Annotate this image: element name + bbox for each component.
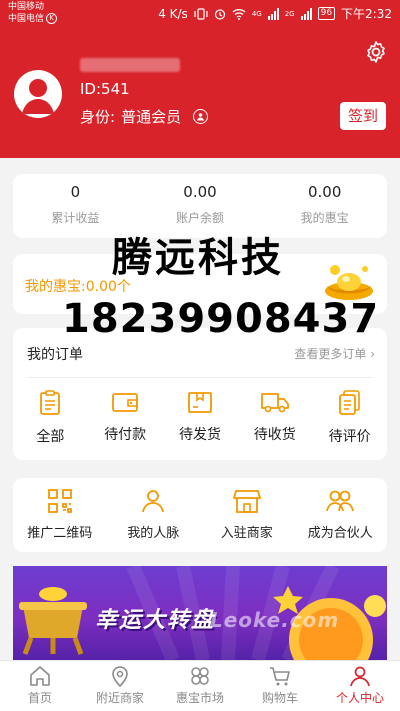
order-pending-payment[interactable]: 待付款 xyxy=(88,390,163,446)
carrier-badge: K xyxy=(46,13,58,24)
tab-profile[interactable]: 个人中心 xyxy=(320,661,400,711)
identity-row: 身份: 普通会员 xyxy=(80,106,209,127)
review-icon xyxy=(338,390,360,415)
username-blurred xyxy=(80,58,180,72)
settings-gear-icon[interactable] xyxy=(364,40,388,64)
alarm-icon xyxy=(214,8,225,20)
signal-icon-2 xyxy=(300,7,312,20)
tab-market[interactable]: 惠宝市场 xyxy=(160,661,240,711)
tab-label: 惠宝市场 xyxy=(175,691,224,705)
user-id: ID:541 xyxy=(80,80,130,98)
carrier-1: 中国移动 xyxy=(8,2,45,12)
user-icon xyxy=(350,666,370,687)
service-become-partner[interactable]: 成为合伙人 xyxy=(294,478,388,552)
stat-value: 0.00 xyxy=(307,183,342,201)
status-bar: 中国移动 中国电信 K 4 K/s 4G 2G 96 下午2:32 xyxy=(0,0,400,28)
order-pending-review[interactable]: 待评价 xyxy=(312,390,387,446)
net-speed: 4 K/s xyxy=(158,6,188,21)
carrier-2: 中国电信 xyxy=(8,14,45,24)
truck-icon xyxy=(260,393,289,413)
tab-cart[interactable]: 购物车 xyxy=(240,661,320,711)
stat-label: 账户余额 xyxy=(176,211,225,225)
order-label: 待付款 xyxy=(104,427,147,443)
carrier-info: 中国移动 中国电信 K xyxy=(8,2,58,25)
tab-label: 个人中心 xyxy=(335,691,384,705)
partners-icon xyxy=(326,490,355,512)
status-indicators: 4 K/s 4G 2G 96 下午2:32 xyxy=(158,5,392,22)
signal-icon xyxy=(267,7,279,20)
order-label: 全部 xyxy=(36,429,65,445)
orders-card: 我的订单 查看更多订单 › 全部 待付款 待发货 待收货 待评价 xyxy=(13,328,387,460)
avatar[interactable] xyxy=(14,70,62,118)
overlay-phone-number: 18239908437 xyxy=(62,296,380,342)
cart-icon xyxy=(270,667,290,686)
order-label: 待收货 xyxy=(253,427,296,443)
cauldron-icon xyxy=(19,587,87,655)
member-level-icon xyxy=(193,109,209,124)
stat-label: 累计收益 xyxy=(51,211,100,225)
qr-code-icon xyxy=(47,489,72,513)
order-status-row: 全部 待付款 待发货 待收货 待评价 xyxy=(13,390,387,446)
services-card: 推广二维码 我的人脉 入驻商家 成为合伙人 xyxy=(13,478,387,552)
order-pending-receipt[interactable]: 待收货 xyxy=(237,390,312,446)
identity-label: 身份: xyxy=(80,108,116,126)
home-icon xyxy=(30,666,50,686)
overlay-company-name: 腾远科技 xyxy=(112,235,284,281)
service-label: 成为合伙人 xyxy=(307,526,373,541)
identity-value: 普通会员 xyxy=(121,108,182,126)
profile-header: ID:541 身份: 普通会员 签到 xyxy=(0,28,400,158)
view-more-orders-link[interactable]: 查看更多订单 › xyxy=(294,345,375,362)
tab-label: 附近商家 xyxy=(95,691,144,705)
box-icon xyxy=(188,392,212,413)
service-join-merchant[interactable]: 入驻商家 xyxy=(200,478,294,552)
store-icon xyxy=(232,490,261,513)
service-label: 入驻商家 xyxy=(220,526,273,541)
divider xyxy=(27,377,373,378)
location-icon xyxy=(112,666,128,687)
clover-icon xyxy=(191,667,209,685)
stat-value: 0 xyxy=(70,183,81,201)
order-label: 待发货 xyxy=(178,427,221,443)
tab-label: 购物车 xyxy=(261,691,298,705)
service-promo-qr[interactable]: 推广二维码 xyxy=(13,478,107,552)
order-all[interactable]: 全部 xyxy=(13,390,88,446)
order-pending-shipment[interactable]: 待发货 xyxy=(163,390,238,446)
vibrate-icon xyxy=(194,7,208,20)
checkin-button[interactable]: 签到 xyxy=(340,102,386,130)
tab-home[interactable]: 首页 xyxy=(0,661,80,711)
clock: 下午2:32 xyxy=(341,7,392,21)
tab-label: 首页 xyxy=(27,691,52,705)
service-label: 推广二维码 xyxy=(27,526,93,541)
banner-title: 幸运大转盘 xyxy=(95,608,216,633)
person-icon xyxy=(142,490,165,513)
wallet-icon xyxy=(112,393,139,412)
clipboard-icon xyxy=(40,390,61,415)
wifi-icon xyxy=(232,8,246,20)
service-label: 我的人脉 xyxy=(127,526,180,541)
order-label: 待评价 xyxy=(328,429,371,445)
tab-nearby[interactable]: 附近商家 xyxy=(80,661,160,711)
bottom-tab-bar: 首页 附近商家 惠宝市场 购物车 个人中心 xyxy=(0,660,400,711)
stat-value: 0.00 xyxy=(183,183,217,201)
service-my-network[interactable]: 我的人脉 xyxy=(107,478,201,552)
network-type-1: 4G xyxy=(251,9,262,18)
battery-icon: 96 xyxy=(317,7,336,20)
avatar-icon xyxy=(22,79,54,114)
network-type-2: 2G xyxy=(284,9,295,18)
stat-label: 我的惠宝 xyxy=(300,211,349,225)
watermark-text: Leoke.com xyxy=(210,608,340,632)
orders-title: 我的订单 xyxy=(27,347,83,363)
